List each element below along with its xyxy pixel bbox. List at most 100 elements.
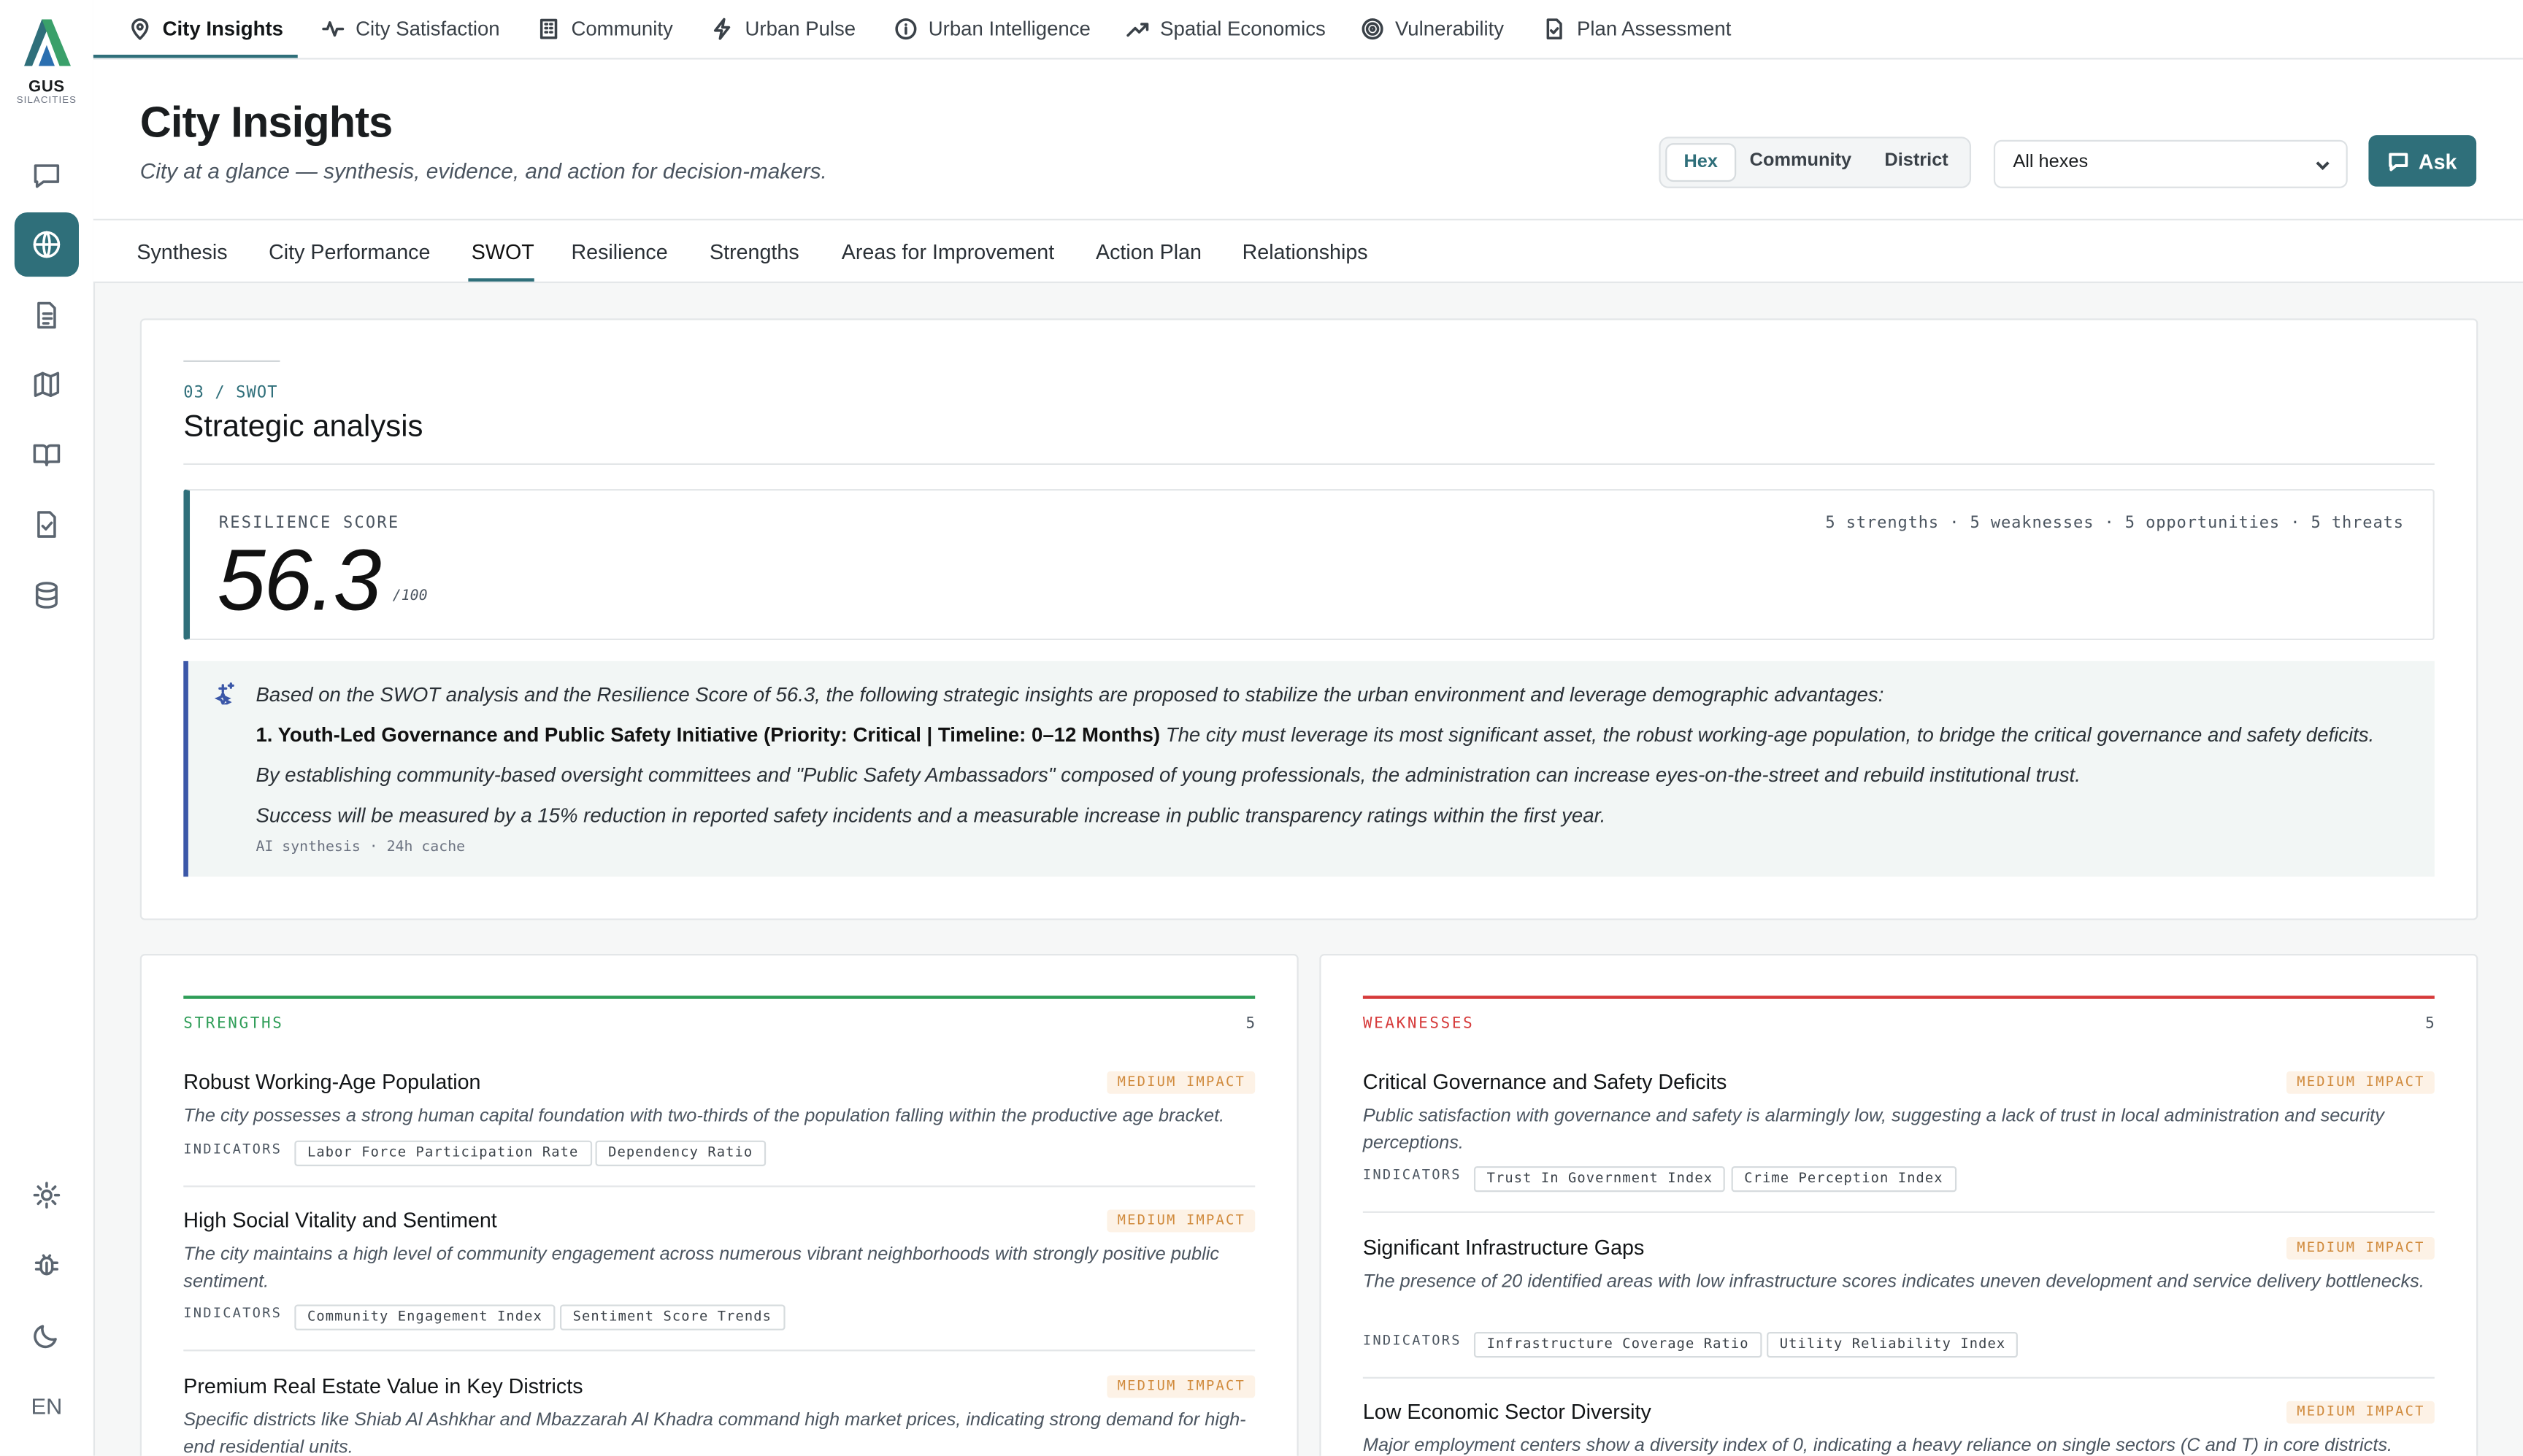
map-icon xyxy=(34,371,60,397)
rail-map-button[interactable] xyxy=(15,353,79,417)
topnav-label: City Satisfaction xyxy=(356,18,500,41)
topnav-urban-pulse[interactable]: Urban Pulse xyxy=(711,0,856,58)
bug-icon xyxy=(34,1254,59,1276)
item-description: Public satisfaction with governance and … xyxy=(1362,1106,2384,1153)
rail-theme-button[interactable] xyxy=(15,1303,79,1367)
rail-debug-button[interactable] xyxy=(15,1232,79,1296)
strengths-rule xyxy=(183,995,1256,999)
topnav-plan-assessment[interactable]: Plan Assessment xyxy=(1543,0,1731,58)
insight-point: 1. Youth-Led Governance and Public Safet… xyxy=(256,724,2374,747)
strength-item[interactable]: Robust Working-Age Population MEDIUM IMP… xyxy=(183,1069,1256,1187)
globe-icon xyxy=(33,231,61,258)
impact-badge: MEDIUM IMPACT xyxy=(1107,1071,1256,1094)
ai-insight-panel: Based on the SWOT analysis and the Resil… xyxy=(183,660,2435,877)
trending-up-icon xyxy=(1126,23,1149,37)
section-tabs: Synthesis City Performance SWOT Resilien… xyxy=(93,220,2523,283)
file-check-icon xyxy=(37,511,56,538)
rail-insights-button[interactable] xyxy=(14,212,80,277)
document-icon xyxy=(37,301,56,329)
insight-footer: AI synthesis · 24h cache xyxy=(256,839,466,856)
item-title: Robust Working-Age Population xyxy=(183,1069,481,1094)
item-title: Low Economic Sector Diversity xyxy=(1362,1399,1651,1424)
sparkles-icon xyxy=(214,682,234,705)
rail-document-button[interactable] xyxy=(15,283,79,347)
target-icon xyxy=(1362,18,1383,40)
score-max: /100 xyxy=(392,588,428,605)
indicators-label: INDICATORS xyxy=(1362,1333,1462,1350)
item-divider xyxy=(1362,1376,2435,1379)
brand-logo[interactable]: GUS SILACITIES xyxy=(0,16,93,106)
topnav-spatial-economics[interactable]: Spatial Economics xyxy=(1126,0,1326,58)
tab-swot[interactable]: SWOT xyxy=(472,239,534,263)
item-divider xyxy=(183,1185,1256,1187)
topnav-urban-intelligence[interactable]: Urban Intelligence xyxy=(894,0,1091,58)
scope-district-button[interactable]: District xyxy=(1867,143,1967,178)
indicators-label: INDICATORS xyxy=(183,1141,283,1158)
page-title: City Insights xyxy=(139,98,393,147)
rail-checklist-button[interactable] xyxy=(15,492,79,556)
indicator-chip: Labor Force Participation Rate xyxy=(294,1140,592,1166)
item-description: Major employment centers show a diversit… xyxy=(1362,1436,2393,1456)
item-description: Specific districts like Shiab Al Ashkhar… xyxy=(183,1410,1246,1456)
weakness-item[interactable]: Low Economic Sector Diversity MEDIUM IMP… xyxy=(1363,1400,2435,1456)
insight-intro: Based on the SWOT analysis and the Resil… xyxy=(256,683,1884,706)
indicator-chip: Trust In Government Index xyxy=(1473,1166,1726,1193)
rail-settings-button[interactable] xyxy=(15,1163,79,1228)
strength-item[interactable]: Premium Real Estate Value in Key Distric… xyxy=(183,1374,1256,1456)
tab-strengths[interactable]: Strengths xyxy=(710,239,799,263)
gear-icon xyxy=(33,1182,61,1209)
topnav-community[interactable]: Community xyxy=(537,0,673,58)
brand-sub: SILACITIES xyxy=(16,96,77,107)
topnav-vulnerability[interactable]: Vulnerability xyxy=(1362,0,1504,58)
swot-card: 03 / SWOT Strategic analysis RESILIENCE … xyxy=(139,318,2478,920)
indicator-chip: Crime Perception Index xyxy=(1731,1166,1956,1193)
item-description: The city possesses a strong human capita… xyxy=(183,1106,1225,1126)
topnav-active-indicator xyxy=(93,54,298,58)
language-toggle[interactable]: EN xyxy=(0,1393,93,1419)
tab-active-indicator xyxy=(468,278,534,282)
topnav-city-satisfaction[interactable]: City Satisfaction xyxy=(322,0,500,58)
topnav-city-insights[interactable]: City Insights xyxy=(128,0,283,58)
strength-item[interactable]: High Social Vitality and Sentiment MEDIU… xyxy=(183,1208,1256,1352)
page-subtitle: City at a glance — synthesis, evidence, … xyxy=(139,159,827,184)
hex-select[interactable]: All hexes xyxy=(1993,139,2348,188)
tab-synthesis[interactable]: Synthesis xyxy=(137,239,227,263)
swot-counts: 5 strengths · 5 weaknesses · 5 opportuni… xyxy=(1825,515,2404,533)
score-label: RESILIENCE SCORE xyxy=(218,515,400,533)
insight-line-4: Success will be measured by a 15% reduct… xyxy=(256,804,1606,827)
strengths-heading: STRENGTHS xyxy=(183,1014,284,1033)
moon-icon xyxy=(34,1325,57,1349)
scope-community-button[interactable]: Community xyxy=(1741,143,1860,178)
rail-database-button[interactable] xyxy=(15,563,79,627)
section-divider xyxy=(183,463,2435,465)
item-title: High Social Vitality and Sentiment xyxy=(183,1208,497,1233)
strengths-count: 5 xyxy=(1245,1014,1256,1033)
tab-areas-for-improvement[interactable]: Areas for Improvement xyxy=(842,239,1054,263)
scope-toggle: Hex Community District xyxy=(1659,136,1972,188)
scope-hex-button[interactable]: Hex xyxy=(1665,143,1737,182)
score-value: 56.3 xyxy=(217,532,382,629)
impact-badge: MEDIUM IMPACT xyxy=(2287,1401,2435,1424)
section-rule xyxy=(183,360,280,362)
weakness-item[interactable]: Significant Infrastructure Gaps MEDIUM I… xyxy=(1362,1236,2435,1379)
topnav-label: Spatial Economics xyxy=(1160,18,1326,41)
rail-chat-button[interactable] xyxy=(15,143,79,207)
weaknesses-count: 5 xyxy=(2425,1014,2435,1033)
tab-action-plan[interactable]: Action Plan xyxy=(1096,239,1202,263)
rail-book-button[interactable] xyxy=(15,423,79,488)
info-icon xyxy=(895,18,917,40)
building-icon xyxy=(539,18,558,39)
chevron-down-icon xyxy=(2316,161,2330,171)
ask-button[interactable]: Ask xyxy=(2368,135,2477,187)
weaknesses-heading: WEAKNESSES xyxy=(1362,1014,1475,1033)
map-pin-icon xyxy=(131,18,149,40)
tab-resilience[interactable]: Resilience xyxy=(571,239,667,263)
item-description: The presence of 20 identified areas with… xyxy=(1362,1272,2424,1292)
impact-badge: MEDIUM IMPACT xyxy=(2287,1071,2435,1094)
tab-relationships[interactable]: Relationships xyxy=(1243,239,1368,263)
tab-city-performance[interactable]: City Performance xyxy=(269,239,430,263)
item-title: Premium Real Estate Value in Key Distric… xyxy=(183,1374,583,1398)
weakness-item[interactable]: Critical Governance and Safety Deficits … xyxy=(1362,1070,2435,1213)
indicator-chip: Infrastructure Coverage Ratio xyxy=(1473,1331,1762,1358)
brand-name: GUS xyxy=(28,79,65,97)
